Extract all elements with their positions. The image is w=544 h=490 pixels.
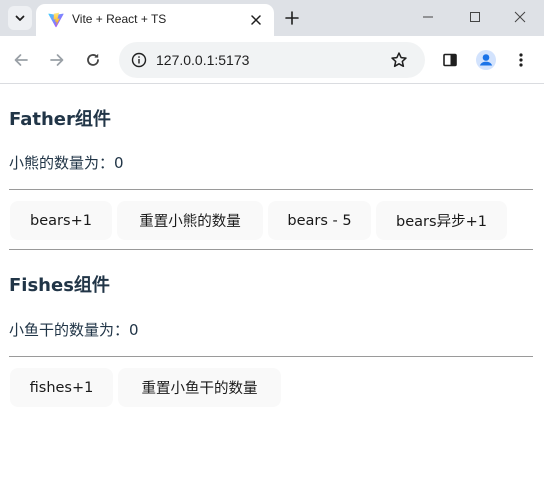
- fish-count-text: 小鱼干的数量为：0: [9, 321, 139, 339]
- browser-tab[interactable]: Vite + React + TS: [36, 4, 274, 36]
- close-window-icon[interactable]: [508, 6, 532, 28]
- father-title: Father组件: [9, 109, 111, 130]
- bears-minus-five-button[interactable]: bears - 5: [268, 201, 371, 240]
- url-text: 127.0.0.1:5173: [156, 52, 250, 68]
- divider: [9, 249, 533, 250]
- divider: [9, 189, 533, 190]
- address-bar[interactable]: 127.0.0.1:5173: [119, 42, 425, 78]
- bears-async-plus-one-button[interactable]: bears异步+1: [376, 201, 507, 240]
- chevron-down-icon: [15, 15, 25, 21]
- profile-avatar-icon[interactable]: [474, 48, 498, 72]
- fishes-plus-one-button[interactable]: fishes+1: [10, 368, 113, 407]
- reset-fishes-button[interactable]: 重置小鱼干的数量: [118, 368, 281, 407]
- tab-strip: Vite + React + TS: [0, 0, 544, 36]
- divider: [9, 356, 533, 357]
- fishes-title: Fishes组件: [9, 275, 110, 296]
- site-info-icon[interactable]: [129, 50, 149, 70]
- tab-search-button[interactable]: [8, 6, 32, 30]
- tab-title: Vite + React + TS: [72, 12, 167, 26]
- browser-toolbar: 127.0.0.1:5173: [0, 36, 544, 84]
- side-panel-icon[interactable]: [438, 48, 462, 72]
- bear-count-text: 小熊的数量为：0: [9, 154, 124, 172]
- more-menu-icon[interactable]: [509, 48, 533, 72]
- forward-arrow-icon[interactable]: [45, 48, 69, 72]
- reset-bears-button[interactable]: 重置小熊的数量: [117, 201, 263, 240]
- vite-logo-icon: [48, 12, 64, 28]
- maximize-icon[interactable]: [463, 6, 487, 28]
- bears-plus-one-button[interactable]: bears+1: [10, 201, 112, 240]
- new-tab-plus-icon[interactable]: [282, 8, 302, 28]
- minimize-icon[interactable]: [416, 6, 440, 28]
- reload-icon[interactable]: [81, 48, 105, 72]
- bookmark-star-icon[interactable]: [389, 50, 409, 70]
- back-arrow-icon[interactable]: [9, 48, 33, 72]
- tab-close-icon[interactable]: [248, 12, 264, 28]
- page-content: Father组件 小熊的数量为：0 bears+1 重置小熊的数量 bears …: [0, 85, 544, 490]
